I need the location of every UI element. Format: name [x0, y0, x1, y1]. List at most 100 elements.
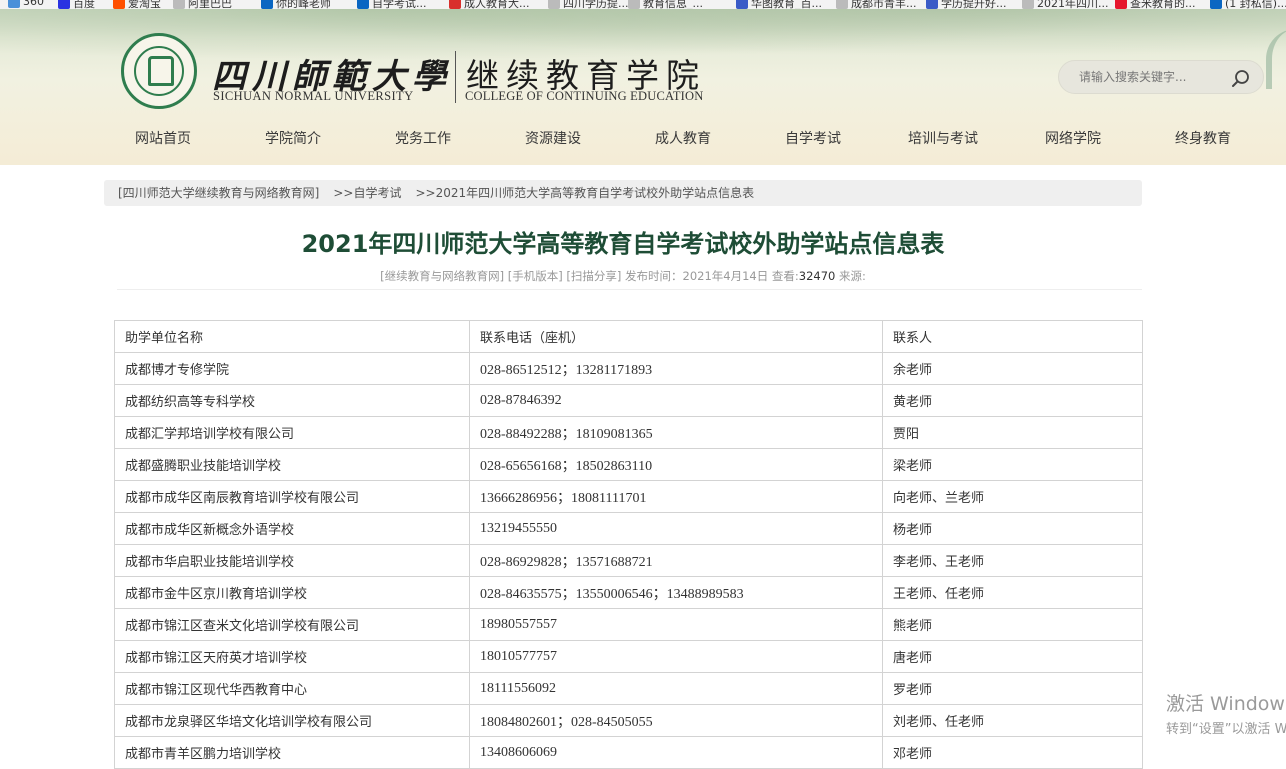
- logo-glyph: [148, 56, 174, 86]
- table-row: 成都市锦江区查米文化培训学校有限公司 18980557557 熊老师: [114, 608, 1143, 641]
- table-row: 成都盛腾职业技能培训学校 028-65656168；18502863110 梁老师: [114, 448, 1143, 481]
- bookmark-label: 爱淘宝: [128, 0, 161, 9]
- bookmark-label: 成都市青羊...: [851, 0, 917, 9]
- origin-label: 来源:: [839, 269, 866, 283]
- breadcrumb-section-link[interactable]: >>自学考试: [333, 186, 401, 200]
- table-row: 成都市成华区南辰教育培训学校有限公司 13666286956；1808111170…: [114, 480, 1143, 513]
- page-icon: [173, 0, 185, 9]
- sites-table: 助学单位名称 联系电话（座机） 联系人 成都博才专修学院 028-86512512…: [114, 320, 1143, 769]
- bookmark-item[interactable]: 学历提升好...: [926, 0, 1007, 9]
- contact-cell: 刘老师、任老师: [882, 704, 1143, 737]
- unit-name-cell: 成都市金牛区京川教育培训学校: [114, 576, 470, 609]
- bookmark-label: 360: [23, 0, 44, 8]
- phone-cell: 18010577757: [469, 640, 883, 673]
- globe-icon: [8, 0, 20, 8]
- breadcrumb-home-link[interactable]: [四川师范大学继续教育与网络教育网]: [118, 186, 319, 200]
- nav-item-adult-education[interactable]: 成人教育: [618, 126, 748, 152]
- contact-cell: 贾阳: [882, 416, 1143, 449]
- university-name-en: SICHUAN NORMAL UNIVERSITY: [213, 89, 414, 103]
- contact-cell: 梁老师: [882, 448, 1143, 481]
- unit-name-cell: 成都市青羊区鹏力培训学校: [114, 736, 470, 769]
- search-icon[interactable]: [1231, 69, 1251, 89]
- windows-activation-watermark: 激活 Windows 转到“设置”以激活 Windows。: [1166, 689, 1286, 737]
- nav-item-home[interactable]: 网站首页: [98, 126, 228, 152]
- unit-name-cell: 成都市锦江区天府英才培训学校: [114, 640, 470, 673]
- college-name-en: COLLEGE OF CONTINUING EDUCATION: [465, 89, 704, 103]
- bookmark-item[interactable]: 百度: [58, 0, 95, 9]
- bookmark-item[interactable]: 360: [8, 0, 44, 8]
- contact-cell: 熊老师: [882, 608, 1143, 641]
- breadcrumb: [四川师范大学继续教育与网络教育网] >>自学考试 >>2021年四川师范大学高等教…: [104, 180, 1142, 206]
- table-row: 成都纺织高等专科学校 028-87846392 黄老师: [114, 384, 1143, 417]
- source-link[interactable]: [继续教育与网络教育网]: [380, 269, 504, 283]
- bookmark-label: 教育信息_...: [643, 0, 703, 9]
- table-row: 成都市华启职业技能培训学校 028-86929828；13571688721 李老师…: [114, 544, 1143, 577]
- table-row: 成都市青羊区鹏力培训学校 13408606069 邓老师: [114, 736, 1143, 769]
- mobile-version-link[interactable]: [手机版本]: [508, 269, 563, 283]
- weibo-icon: [1115, 0, 1127, 9]
- contact-cell: 罗老师: [882, 672, 1143, 705]
- bookmark-label: (1 封私信)...: [1225, 0, 1286, 9]
- phone-cell: 18111556092: [469, 672, 883, 705]
- nav-item-training-exam[interactable]: 培训与考试: [878, 126, 1008, 152]
- unit-name-cell: 成都市锦江区现代华西教育中心: [114, 672, 470, 705]
- watermark-subtitle: 转到“设置”以激活 Windows。: [1166, 722, 1286, 737]
- unit-name-cell: 成都博才专修学院: [114, 352, 470, 385]
- unit-name-cell: 成都汇学邦培训学校有限公司: [114, 416, 470, 449]
- sites-table-container: 助学单位名称 联系电话（座机） 联系人 成都博才专修学院 028-86512512…: [114, 320, 1143, 769]
- bookmark-item[interactable]: 2021年四川...: [1022, 0, 1108, 9]
- search-input[interactable]: [1079, 68, 1229, 86]
- nav-item-resources[interactable]: 资源建设: [488, 126, 618, 152]
- page-icon: [836, 0, 848, 9]
- watermark-title: 激活 Windows: [1166, 693, 1286, 715]
- nav-item-party-work[interactable]: 党务工作: [358, 126, 488, 152]
- contact-cell: 唐老师: [882, 640, 1143, 673]
- table-row: 成都市龙泉驿区华培文化培训学校有限公司 18084802601；028-84505…: [114, 704, 1143, 737]
- bookmark-item[interactable]: 四川学历提...: [548, 0, 629, 9]
- views-label: 查看:: [771, 269, 799, 283]
- huatu-icon: [926, 0, 938, 9]
- university-logo-icon[interactable]: [121, 33, 197, 109]
- bookmark-item[interactable]: 阿里巴巴: [173, 0, 232, 9]
- phone-cell: 13408606069: [469, 736, 883, 769]
- search-box: [1058, 60, 1264, 94]
- baidu-icon: [58, 0, 70, 9]
- contact-cell: 向老师、兰老师: [882, 480, 1143, 513]
- page-title: 2021年四川师范大学高等教育自学考试校外助学站点信息表: [301, 230, 945, 258]
- nav-item-self-study-exam[interactable]: 自学考试: [748, 126, 878, 152]
- bookmark-item[interactable]: 华图教育_百...: [736, 0, 822, 9]
- logo-inner-ring: [134, 46, 184, 96]
- phone-cell: 028-88492288；18109081365: [469, 416, 883, 449]
- bookmark-item[interactable]: 你的峰老师: [261, 0, 331, 9]
- bookmark-item[interactable]: 成人教育大...: [449, 0, 530, 9]
- table-row: 成都市锦江区天府英才培训学校 18010577757 唐老师: [114, 640, 1143, 673]
- nav-item-about[interactable]: 学院简介: [228, 126, 358, 152]
- page-icon: [1022, 0, 1034, 9]
- unit-name-cell: 成都盛腾职业技能培训学校: [114, 448, 470, 481]
- table-row: 成都市成华区新概念外语学校 13219455550 杨老师: [114, 512, 1143, 545]
- bookmark-item[interactable]: 教育信息_...: [628, 0, 703, 9]
- bookmark-item[interactable]: 自学考试...: [357, 0, 427, 9]
- taobao-icon: [113, 0, 125, 9]
- table-row: 成都市金牛区京川教育培训学校 028-84635575；13550006546；1…: [114, 576, 1143, 609]
- contact-cell: 李老师、王老师: [882, 544, 1143, 577]
- bookmark-item[interactable]: (1 封私信)...: [1210, 0, 1286, 9]
- bookmark-item[interactable]: 爱淘宝: [113, 0, 161, 9]
- phone-cell: 028-86512512；13281171893: [469, 352, 883, 385]
- nav-item-online-college[interactable]: 网络学院: [1008, 126, 1138, 152]
- phone-cell: 028-87846392: [469, 384, 883, 417]
- bookmark-label: 华图教育_百...: [751, 0, 822, 9]
- huatu-icon: [736, 0, 748, 9]
- nav-item-lifelong-education[interactable]: 终身教育: [1138, 126, 1268, 152]
- table-row: 成都市锦江区现代华西教育中心 18111556092 罗老师: [114, 672, 1143, 705]
- bookmark-item[interactable]: 成都市青羊...: [836, 0, 917, 9]
- phone-cell: 028-65656168；18502863110: [469, 448, 883, 481]
- table-row: 成都汇学邦培训学校有限公司 028-88492288；18109081365 贾阳: [114, 416, 1143, 449]
- bookmark-item[interactable]: 查米教育的...: [1115, 0, 1196, 9]
- phone-cell: 028-84635575；13550006546；13488989583: [469, 576, 883, 609]
- scan-share-link[interactable]: [扫描分享]: [566, 269, 621, 283]
- bookmark-label: 成人教育大...: [464, 0, 530, 9]
- contact-cell: 王老师、任老师: [882, 576, 1143, 609]
- unit-name-cell: 成都市成华区南辰教育培训学校有限公司: [114, 480, 470, 513]
- contact-cell: 余老师: [882, 352, 1143, 385]
